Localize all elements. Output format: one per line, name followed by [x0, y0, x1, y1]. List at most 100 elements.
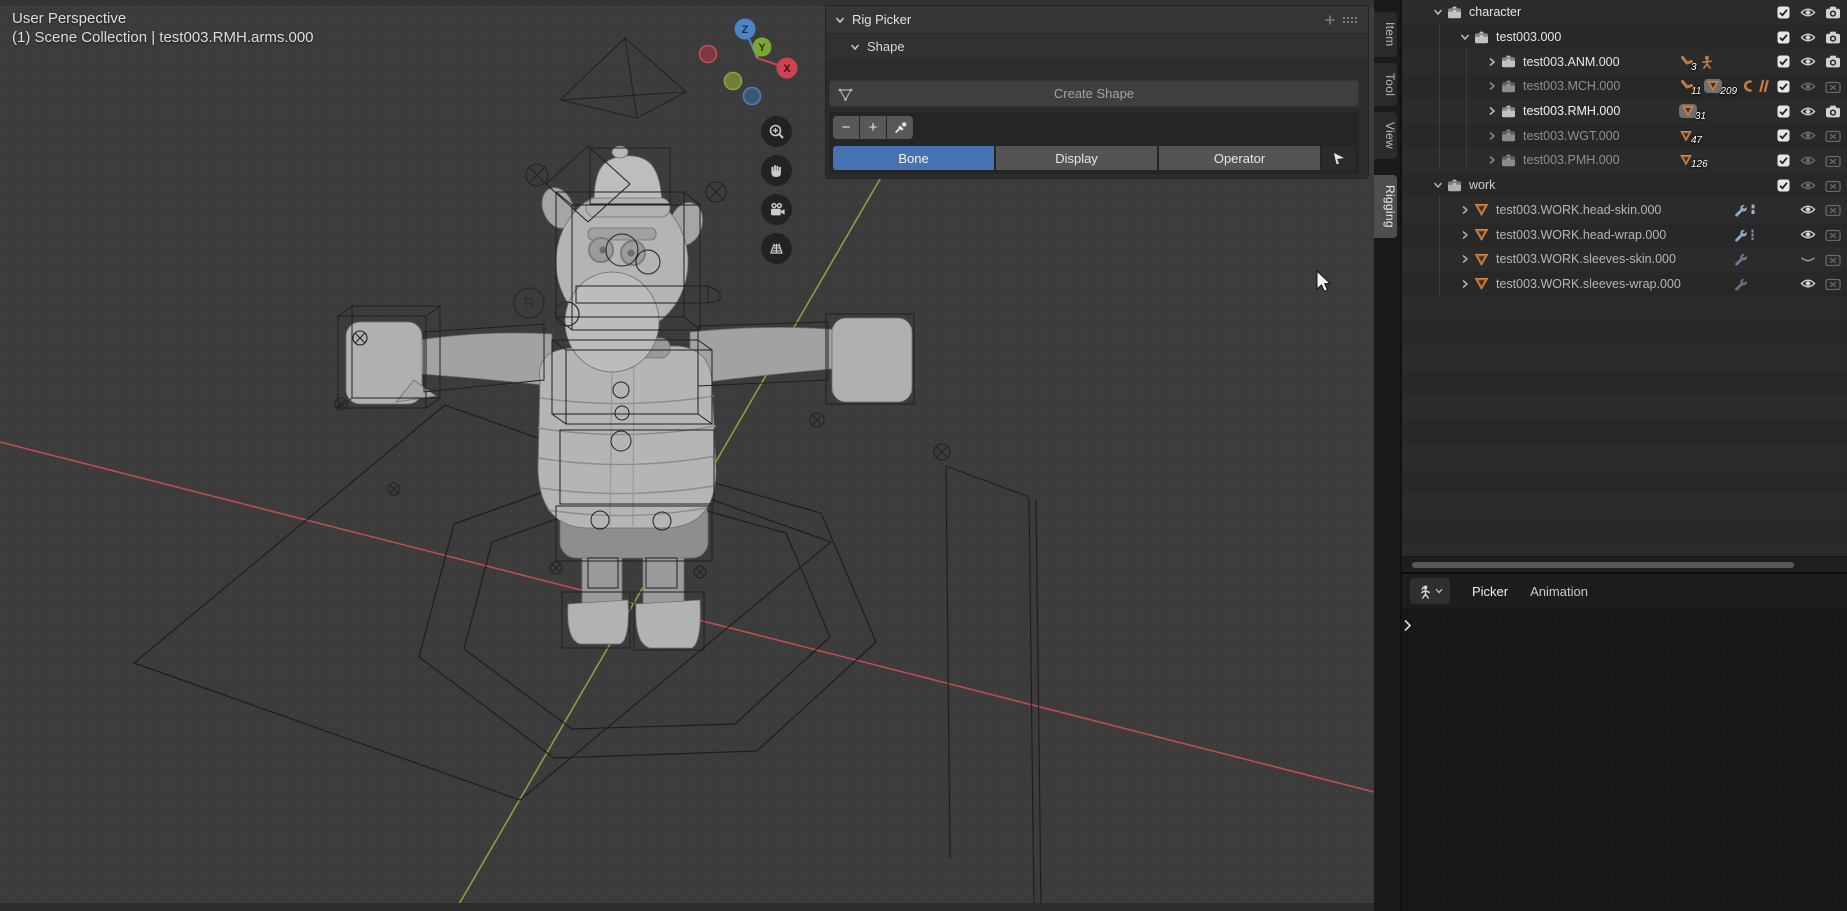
camera-disabled-icon[interactable]	[1825, 129, 1841, 142]
chevron-right-icon[interactable]	[1461, 205, 1469, 215]
shape-list-group: − + Bone Display Operator	[829, 112, 1359, 174]
gizmo-x-handle[interactable]: X	[777, 58, 798, 79]
camera-view-button[interactable]	[761, 194, 792, 225]
chevron-right-icon[interactable]	[1461, 279, 1469, 289]
eye-open-icon[interactable]	[1800, 130, 1816, 141]
chevron-right-icon[interactable]	[1461, 254, 1469, 264]
chevron-right-icon[interactable]	[1488, 106, 1496, 116]
eye-open-icon[interactable]	[1800, 81, 1816, 92]
projection-toggle-button[interactable]	[761, 233, 792, 264]
chevron-down-icon[interactable]	[1433, 8, 1443, 16]
modifier-wrench-icon	[1733, 228, 1747, 242]
outliner-row-test003-rmh[interactable]: test003.RMH.000 31	[1402, 99, 1847, 124]
checkbox-checked-icon[interactable]	[1777, 80, 1790, 93]
checkbox-checked-icon[interactable]	[1777, 55, 1790, 68]
camera-disabled-icon[interactable]	[1825, 253, 1841, 266]
eye-open-icon[interactable]	[1800, 155, 1816, 166]
outliner-row-work-sleeves-wrap[interactable]: test003.WORK.sleeves-wrap.000	[1402, 272, 1847, 297]
tab-overflow-button[interactable]	[1322, 146, 1355, 170]
chevron-right-icon[interactable]	[1488, 131, 1496, 141]
tab-bone[interactable]: Bone	[833, 146, 994, 170]
checkbox-checked-icon[interactable]	[1777, 129, 1790, 142]
sidebar-tab-view[interactable]: View	[1374, 112, 1397, 159]
camera-disabled-icon[interactable]	[1825, 80, 1841, 93]
checkbox-checked-icon[interactable]	[1777, 154, 1790, 167]
eye-closed-icon[interactable]	[1800, 254, 1816, 265]
camera-disabled-icon[interactable]	[1825, 154, 1841, 167]
shape-subpanel-header[interactable]: Shape	[826, 33, 1368, 59]
editor-type-selector[interactable]	[1410, 578, 1450, 604]
camera-disabled-icon[interactable]	[1825, 277, 1841, 290]
eye-open-icon[interactable]	[1800, 278, 1816, 289]
eye-open-icon[interactable]	[1800, 56, 1816, 67]
checkbox-checked-icon[interactable]	[1777, 6, 1790, 19]
add-shape-button[interactable]: +	[860, 116, 886, 139]
object-count: 209	[1720, 86, 1737, 97]
orientation-gizmo[interactable]: Z Y X	[695, 8, 805, 113]
eye-open-icon[interactable]	[1800, 204, 1816, 215]
object-count: 31	[1695, 111, 1706, 122]
outliner-row-test003-pmh[interactable]: test003.PMH.000 126	[1402, 148, 1847, 173]
outliner-row-test003-anm[interactable]: test003.ANM.000 3	[1402, 49, 1847, 74]
3d-viewport[interactable]: R User Perspective (1) Scene Collection …	[0, 0, 1374, 911]
create-shape-button[interactable]: Create Shape	[829, 80, 1359, 107]
chevron-down-icon[interactable]	[1433, 181, 1443, 189]
outliner-row-test003-000[interactable]: test003.000	[1402, 25, 1847, 50]
panel-expand-arrow-icon[interactable]	[1403, 619, 1412, 632]
tab-operator[interactable]: Operator	[1159, 146, 1320, 170]
eye-open-icon[interactable]	[1800, 229, 1816, 240]
rig-picker-panel-header[interactable]: Rig Picker	[826, 6, 1368, 33]
sidebar-tab-rigging[interactable]: Rigging	[1374, 175, 1397, 238]
gizmo-neg-x-handle[interactable]	[700, 46, 717, 63]
tab-picker[interactable]: Picker	[1472, 584, 1508, 599]
remove-shape-button[interactable]: −	[833, 116, 859, 139]
gizmo-y-handle[interactable]: Y	[753, 38, 772, 57]
camera-icon[interactable]	[1825, 105, 1841, 118]
outliner-row-work-head-skin[interactable]: test003.WORK.head-skin.000	[1402, 198, 1847, 223]
camera-icon[interactable]	[1825, 6, 1841, 19]
tab-display[interactable]: Display	[996, 146, 1157, 170]
outliner-row-test003-mch[interactable]: test003.MCH.000 11 209	[1402, 74, 1847, 99]
eye-open-icon[interactable]	[1800, 32, 1816, 43]
eyedropper-button[interactable]	[887, 116, 913, 139]
chevron-right-icon[interactable]	[1461, 230, 1469, 240]
outliner-row-work[interactable]: work	[1402, 173, 1847, 198]
outliner-row-work-sleeves-skin[interactable]: test003.WORK.sleeves-skin.000	[1402, 247, 1847, 272]
checkbox-checked-icon[interactable]	[1777, 31, 1790, 44]
chevron-right-icon[interactable]	[1488, 57, 1496, 67]
camera-disabled-icon[interactable]	[1825, 179, 1841, 192]
outliner-scrollbar[interactable]	[1402, 556, 1847, 572]
tab-animation[interactable]: Animation	[1530, 584, 1588, 599]
zoom-button[interactable]	[761, 116, 792, 147]
camera-disabled-icon[interactable]	[1825, 203, 1841, 216]
outliner-row-character[interactable]: character	[1402, 0, 1847, 25]
chevron-right-icon[interactable]	[1488, 155, 1496, 165]
object-count: 47	[1691, 135, 1702, 146]
eye-open-icon[interactable]	[1800, 7, 1816, 18]
scrollbar-thumb[interactable]	[1412, 562, 1794, 568]
camera-icon[interactable]	[1825, 55, 1841, 68]
outliner-editor[interactable]: character test003.000	[1402, 0, 1847, 556]
checkbox-checked-icon[interactable]	[1777, 105, 1790, 118]
mouse-cursor	[1317, 271, 1330, 292]
camera-icon[interactable]	[1825, 31, 1841, 44]
checkbox-checked-icon[interactable]	[1777, 179, 1790, 192]
outliner-row-work-head-wrap[interactable]: test003.WORK.head-wrap.000	[1402, 222, 1847, 247]
gizmo-neg-z-handle[interactable]	[744, 88, 761, 105]
drag-grip-icon[interactable]	[1343, 15, 1359, 25]
outliner-row-test003-wgt[interactable]: test003.WGT.000 47	[1402, 123, 1847, 148]
eye-open-icon[interactable]	[1800, 180, 1816, 191]
pan-button[interactable]	[761, 155, 792, 186]
object-count: 126	[1691, 159, 1708, 170]
blender-window: R User Perspective (1) Scene Collection …	[0, 0, 1847, 911]
sidebar-tab-item[interactable]: Item	[1374, 12, 1397, 57]
eye-open-icon[interactable]	[1800, 106, 1816, 117]
picker-canvas[interactable]	[1402, 608, 1847, 911]
gizmo-z-handle[interactable]: Z	[735, 19, 756, 40]
chevron-down-icon[interactable]	[1460, 33, 1470, 41]
gizmo-neg-y-handle[interactable]	[725, 73, 742, 90]
add-icon[interactable]	[1324, 14, 1336, 26]
chevron-right-icon[interactable]	[1488, 81, 1496, 91]
sidebar-tab-tool[interactable]: Tool	[1374, 63, 1397, 106]
camera-disabled-icon[interactable]	[1825, 228, 1841, 241]
